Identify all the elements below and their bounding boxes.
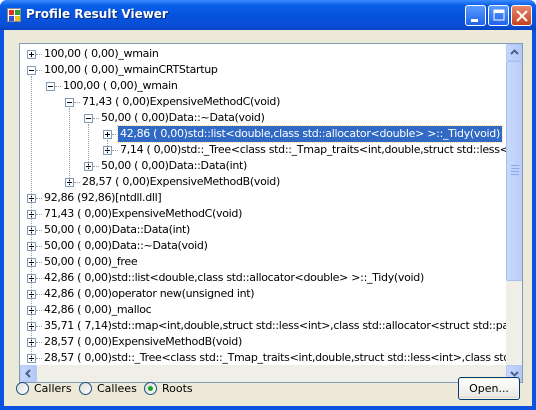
tree-node[interactable]: 35,71 ( 7,14)std::map<int,double,struct … (20, 318, 522, 334)
tree-guide-line (69, 108, 70, 184)
collapse-icon[interactable] (27, 66, 36, 75)
tree-node[interactable]: 50,00 ( 0,00)Data::~Data(void) (20, 110, 506, 126)
callers-label: Callers (34, 382, 72, 395)
tree-node-label: 100,00 ( 0,00)_wmainCRTStartup (44, 63, 218, 76)
scroll-left-button[interactable] (20, 365, 37, 382)
expand-icon[interactable] (27, 50, 36, 59)
tree-guide-line (107, 140, 108, 152)
tree-node-label: 35,71 ( 7,14)std::map<int,double,struct … (44, 319, 523, 332)
tree-node[interactable]: 42,86 ( 0,00)operator new(unsigned int) (20, 286, 506, 302)
maximize-icon (493, 9, 505, 21)
tree-node-label: 50,00 ( 0,00)Data::~Data(void) (44, 239, 208, 252)
minimize-icon (471, 19, 478, 22)
open-button[interactable]: Open... (458, 377, 520, 400)
tree-node[interactable]: 50,00 ( 0,00)Data::Data(int) (20, 222, 506, 238)
tree-node[interactable]: 50,00 ( 0,00)_free (20, 254, 506, 270)
window-title: Profile Result Viewer (26, 7, 168, 21)
tree-node-label: 50,00 ( 0,00)_free (44, 255, 138, 268)
roots-label: Roots (162, 382, 193, 395)
title-bar[interactable]: Profile Result Viewer (0, 0, 536, 30)
tree-guide-line (88, 124, 89, 168)
vertical-scroll-thumb[interactable] (506, 61, 522, 281)
tree-node[interactable]: 28,57 ( 0,00)ExpensiveMethodB(void) (20, 174, 506, 190)
tree-node[interactable]: 28,57 ( 0,00)ExpensiveMethodB(void) (20, 334, 506, 350)
roots-radio-circle (144, 382, 157, 395)
app-icon (7, 8, 21, 22)
vertical-scrollbar[interactable] (506, 44, 522, 382)
tree-node-label: 42,86 ( 0,00)std::list<double,class std:… (117, 125, 503, 143)
tree-node[interactable]: 50,00 ( 0,00)Data::~Data(void) (20, 238, 506, 254)
tree-guide-line (31, 76, 32, 360)
tree-node-label: 100,00 ( 0,00)_wmain (44, 47, 159, 60)
tree-node-label: 7,14 ( 0,00)std::_Tree<class std::_Tmap_… (120, 143, 523, 156)
tree-node-label: 50,00 ( 0,00)Data::Data(int) (101, 159, 248, 172)
call-tree-view[interactable]: 100,00 ( 0,00)_wmain 100,00 ( 0,00)_wmain… (19, 43, 523, 383)
tree-node-label: 28,57 ( 0,00)ExpensiveMethodB(void) (82, 175, 280, 188)
tree-node-label: 92,86 (92,86)[ntdll.dll] (44, 191, 162, 204)
callees-radio-circle (79, 382, 92, 395)
tree-node-label: 28,57 ( 0,00)ExpensiveMethodB(void) (44, 335, 242, 348)
tree-node-label: 50,00 ( 0,00)Data::~Data(void) (101, 111, 265, 124)
tree-node[interactable]: 42,86 ( 0,00)std::list<double,class std:… (20, 125, 506, 143)
tree-node-label: 42,86 ( 0,00)_malloc (44, 303, 152, 316)
minimize-button[interactable] (465, 5, 486, 26)
radio-selected-dot (148, 386, 153, 391)
tree-node[interactable]: 42,86 ( 0,00)std::list<double,class std:… (20, 270, 506, 286)
tree-node-label: 100,00 ( 0,00)_wmain (63, 79, 178, 92)
tree-node[interactable]: 100,00 ( 0,00)_wmainCRTStartup (20, 62, 506, 78)
tree-node[interactable]: 92,86 (92,86)[ntdll.dll] (20, 190, 506, 206)
tree-node-label: 50,00 ( 0,00)Data::Data(int) (44, 223, 191, 236)
tree-node-label: 71,43 ( 0,00)ExpensiveMethodC(void) (44, 207, 243, 220)
tree-node[interactable]: 71,43 ( 0,00)ExpensiveMethodC(void) (20, 206, 506, 222)
tree-node-label: 42,86 ( 0,00)std::list<double,class std:… (44, 271, 424, 284)
tree-node-label: 42,86 ( 0,00)operator new(unsigned int) (44, 287, 255, 300)
close-button[interactable] (511, 5, 532, 26)
callers-radio-circle (16, 382, 29, 395)
scroll-up-button[interactable] (506, 44, 522, 61)
callees-label: Callees (97, 382, 137, 395)
collapse-icon[interactable] (84, 114, 93, 123)
maximize-button[interactable] (488, 5, 509, 26)
tree-node-label: 28,57 ( 0,00)std::_Tree<class std::_Tmap… (44, 351, 522, 364)
tree-node[interactable]: 7,14 ( 0,00)std::_Tree<class std::_Tmap_… (20, 142, 522, 158)
horizontal-scrollbar[interactable] (20, 365, 506, 382)
tree-node-label: 71,43 ( 0,00)ExpensiveMethodC(void) (82, 95, 281, 108)
collapse-icon[interactable] (65, 98, 74, 107)
tree-node[interactable]: 50,00 ( 0,00)Data::Data(int) (20, 158, 506, 174)
close-icon (516, 10, 528, 22)
collapse-icon[interactable] (46, 82, 55, 91)
tree-node[interactable]: 71,43 ( 0,00)ExpensiveMethodC(void) (20, 94, 506, 110)
expand-icon[interactable] (103, 130, 112, 139)
tree-node[interactable]: 28,57 ( 0,00)std::_Tree<class std::_Tmap… (20, 350, 522, 366)
tree-node[interactable]: 100,00 ( 0,00)_wmain (20, 46, 506, 62)
tree-node[interactable]: 100,00 ( 0,00)_wmain (20, 78, 506, 94)
chevron-up-icon (510, 49, 519, 55)
profile-result-viewer-window: Profile Result Viewer 100,00 ( 0,00)_wma… (0, 0, 536, 410)
client-area: 100,00 ( 0,00)_wmain 100,00 ( 0,00)_wmain… (4, 30, 532, 406)
tree-node[interactable]: 42,86 ( 0,00)_malloc (20, 302, 506, 318)
chevron-left-icon (25, 369, 31, 378)
